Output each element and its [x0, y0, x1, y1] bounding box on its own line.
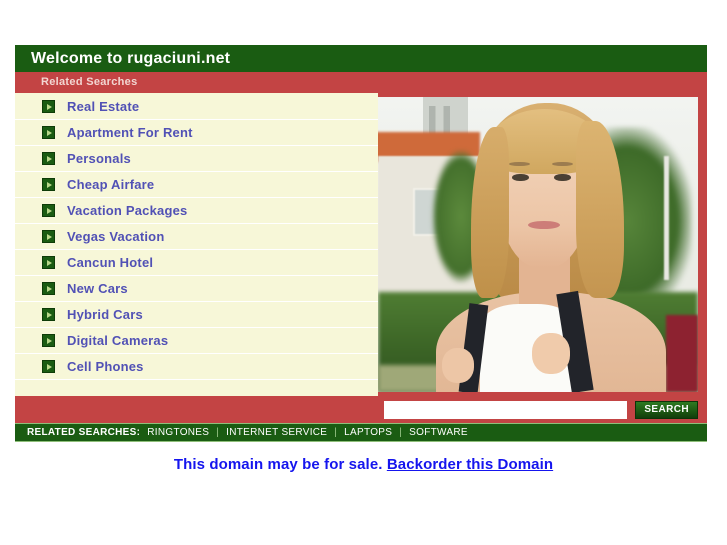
- domain-sale-notice: This domain may be for sale. Backorder t…: [0, 456, 727, 473]
- footer-label: RELATED SEARCHES:: [27, 427, 141, 438]
- list-item-label: New Cars: [67, 281, 128, 296]
- arrow-right-icon: [42, 230, 55, 243]
- footer-separator: |: [399, 427, 403, 438]
- search-input[interactable]: [384, 400, 628, 419]
- list-item-label: Vegas Vacation: [67, 229, 165, 244]
- footer-separator: |: [334, 427, 338, 438]
- content-frame: Welcome to rugaciuni.net Related Searche…: [15, 45, 707, 442]
- page-title: Welcome to rugaciuni.net: [15, 45, 707, 72]
- photo-pole: [664, 156, 670, 280]
- list-item-label: Cell Phones: [67, 359, 144, 374]
- main-content: Real Estate Apartment For Rent Personals…: [15, 93, 707, 396]
- domain-sale-text: This domain may be for sale.: [173, 456, 383, 473]
- list-item[interactable]: Apartment For Rent: [15, 120, 378, 146]
- hero-photo: [378, 97, 698, 392]
- list-item[interactable]: Hybrid Cars: [15, 302, 378, 328]
- footer-separator: |: [216, 427, 220, 438]
- arrow-right-icon: [42, 360, 55, 373]
- arrow-right-icon: [42, 152, 55, 165]
- arrow-right-icon: [42, 282, 55, 295]
- list-item-label: Vacation Packages: [67, 203, 188, 218]
- photo-person-eye-right: [554, 173, 571, 182]
- list-item[interactable]: Digital Cameras: [15, 328, 378, 354]
- footer-link-laptops[interactable]: LAPTOPS: [344, 427, 392, 438]
- related-links-list: Real Estate Apartment For Rent Personals…: [15, 93, 378, 396]
- list-item[interactable]: Real Estate: [15, 94, 378, 120]
- footer-link-internet-service[interactable]: INTERNET SERVICE: [226, 427, 327, 438]
- list-item[interactable]: New Cars: [15, 276, 378, 302]
- arrow-right-icon: [42, 178, 55, 191]
- footer-link-software[interactable]: SOFTWARE: [409, 427, 468, 438]
- page-root: Welcome to rugaciuni.net Related Searche…: [0, 0, 727, 545]
- list-item[interactable]: Vegas Vacation: [15, 224, 378, 250]
- hero-photo-container: [378, 93, 707, 396]
- list-item[interactable]: Vacation Packages: [15, 198, 378, 224]
- photo-chair: [666, 315, 698, 392]
- arrow-right-icon: [42, 100, 55, 113]
- list-item[interactable]: Cell Phones: [15, 354, 378, 380]
- arrow-right-icon: [42, 256, 55, 269]
- list-item-label: Digital Cameras: [67, 333, 169, 348]
- footer-link-ringtones[interactable]: RINGTONES: [147, 427, 209, 438]
- list-item[interactable]: Cheap Airfare: [15, 172, 378, 198]
- search-bar: SEARCH: [15, 396, 707, 423]
- list-item-label: Apartment For Rent: [67, 125, 193, 140]
- arrow-right-icon: [42, 334, 55, 347]
- photo-person-hand-right: [531, 333, 570, 375]
- arrow-right-icon: [42, 204, 55, 217]
- photo-person-hand-left: [442, 347, 474, 384]
- list-item-label: Personals: [67, 151, 131, 166]
- list-item-label: Hybrid Cars: [67, 307, 143, 322]
- backorder-domain-link[interactable]: Backorder this Domain: [387, 456, 553, 473]
- footer-related-searches: RELATED SEARCHES: RINGTONES | INTERNET S…: [15, 423, 707, 442]
- arrow-right-icon: [42, 126, 55, 139]
- search-button[interactable]: SEARCH: [635, 400, 698, 419]
- list-item-label: Cancun Hotel: [67, 255, 154, 270]
- related-searches-heading: Related Searches: [15, 72, 707, 93]
- arrow-right-icon: [42, 308, 55, 321]
- list-item-label: Real Estate: [67, 99, 140, 114]
- list-item-label: Cheap Airfare: [67, 177, 155, 192]
- list-item[interactable]: Personals: [15, 146, 378, 172]
- list-item[interactable]: Cancun Hotel: [15, 250, 378, 276]
